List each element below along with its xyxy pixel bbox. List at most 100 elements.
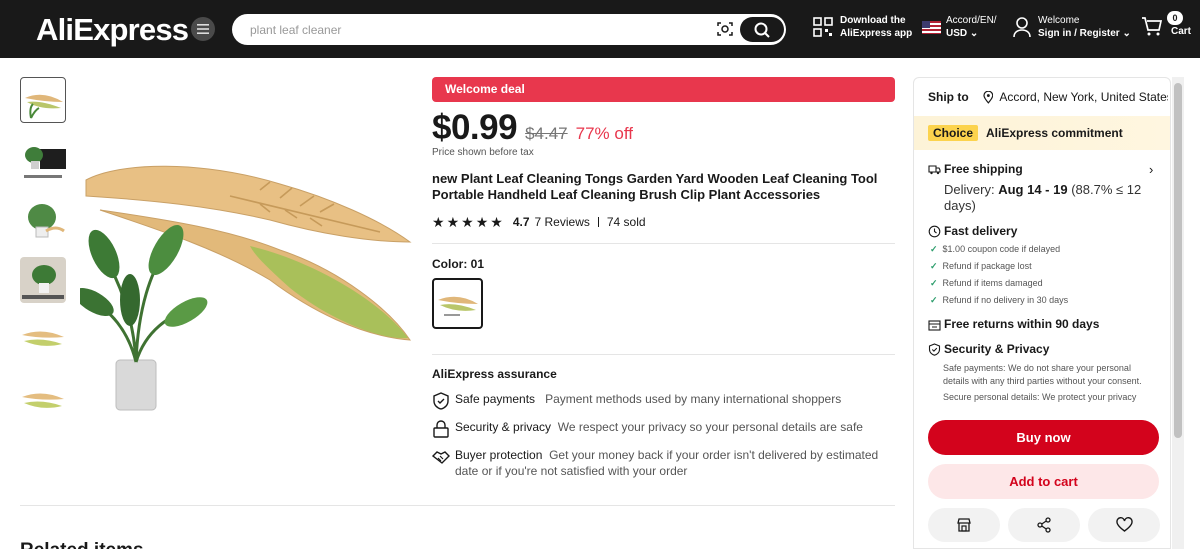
heart-icon: [1115, 517, 1133, 532]
delivery-estimate: Delivery: Aug 14 - 19 (88.7% ≤ 12 days): [944, 182, 1158, 214]
shield-icon: [928, 342, 941, 356]
security-privacy-section: Security & Privacy Safe payments: We do …: [928, 342, 1158, 404]
check-icon: ✓: [930, 244, 938, 254]
star-icon: ★: [461, 214, 474, 230]
assurance-security-privacy: Security & privacy We respect your priva…: [432, 419, 892, 438]
related-items-title: Related items: [20, 540, 144, 549]
free-shipping-label: Free shipping: [944, 162, 1023, 176]
sign-in-link[interactable]: Sign in / Register: [1038, 28, 1120, 39]
color-label: Color: 01: [432, 257, 485, 271]
reviews-link[interactable]: 7 Reviews: [535, 215, 590, 229]
assurance-title: AliExpress assurance: [432, 367, 557, 381]
main-product-image[interactable]: [80, 150, 420, 415]
truck-icon: [928, 164, 941, 174]
language-currency-selector[interactable]: Accord/EN/ USD ⌄: [922, 14, 997, 40]
ship-to-label: Ship to: [928, 90, 969, 104]
cart-link[interactable]: 0 Cart: [1141, 11, 1192, 38]
fast-delivery-item: ✓ Refund if items damaged: [930, 278, 1158, 289]
choice-commitment-bar: Choice AliExpress commitment: [914, 116, 1170, 150]
free-returns-section: Free returns within 90 days: [928, 317, 1158, 331]
welcome-deal-banner: Welcome deal: [432, 77, 895, 102]
store-button[interactable]: [928, 508, 1000, 542]
assurance-item-title: Security & privacy: [455, 420, 552, 434]
fast-delivery-item: ✓ $1.00 coupon code if delayed: [930, 244, 1158, 255]
fast-delivery-item-text: $1.00 coupon code if delayed: [942, 244, 1061, 254]
star-icon: ★: [490, 214, 503, 230]
star-icon: ★: [432, 214, 445, 230]
delivery-prefix: Delivery:: [944, 182, 995, 197]
check-icon: ✓: [930, 278, 938, 288]
delivery-dates: Aug 14 - 19: [998, 182, 1068, 197]
user-icon: [1013, 17, 1031, 38]
lang-line1: Accord/EN/: [946, 15, 997, 26]
aliexpress-logo[interactable]: AliExpress: [36, 11, 189, 47]
fast-delivery-item: ✓ Refund if package lost: [930, 261, 1158, 272]
ship-to-row[interactable]: Ship to Accord, New York, United States: [928, 90, 1168, 104]
security-privacy-label: Security & Privacy: [944, 342, 1050, 356]
store-icon: [957, 518, 971, 532]
chevron-down-icon: ⌄: [969, 28, 979, 39]
thumbnail-6[interactable]: [20, 377, 66, 423]
search-input[interactable]: [250, 19, 690, 40]
wishlist-button[interactable]: [1088, 508, 1160, 542]
search-button[interactable]: [740, 17, 784, 42]
account-menu[interactable]: Welcome Sign in / Register ⌄: [1012, 14, 1131, 40]
choice-badge: Choice: [928, 125, 979, 141]
app-download-link[interactable]: Download the AliExpress app: [813, 14, 912, 40]
thumbnail-5[interactable]: [20, 317, 66, 363]
check-icon: ✓: [930, 261, 938, 271]
currency-label: USD: [946, 28, 968, 39]
app-download-line2: AliExpress app: [840, 28, 913, 39]
cart-label: Cart: [1171, 26, 1192, 37]
color-swatch-01[interactable]: [432, 278, 483, 329]
original-price: $4.47: [525, 124, 568, 143]
free-returns-label: Free returns within 90 days: [944, 317, 1100, 331]
divider: [597, 217, 599, 227]
menu-button[interactable]: [191, 17, 215, 41]
panel-scrollbar[interactable]: [1172, 77, 1184, 549]
thumbnail-4[interactable]: [20, 257, 66, 303]
return-icon: [928, 319, 941, 331]
welcome-text: Welcome: [1038, 15, 1080, 26]
star-icon: ★: [475, 214, 489, 230]
top-header: AliExpress Download the AliExpress app A…: [0, 0, 1200, 58]
free-shipping-section[interactable]: Free shipping › Delivery: Aug 14 - 19 (8…: [928, 162, 1158, 214]
chevron-right-icon: ›: [1149, 161, 1154, 177]
rating-row: ★ ★ ★ ★ ★ 4.7 7 Reviews 74 sold: [432, 215, 646, 229]
lock-icon: [433, 420, 449, 438]
thumbnail-3[interactable]: [20, 197, 66, 243]
thumbnail-1[interactable]: [20, 77, 66, 123]
assurance-item-desc: Payment methods used by many internation…: [545, 392, 842, 406]
handshake-icon: [432, 451, 450, 464]
price-row: $0.99 $4.47 77% off: [432, 108, 633, 148]
qr-icon: [813, 17, 833, 37]
choice-text: AliExpress commitment: [986, 126, 1123, 140]
search-icon: [754, 22, 770, 38]
thumbnail-2[interactable]: [20, 137, 66, 183]
assurance-item-title: Safe payments: [455, 392, 536, 406]
fast-delivery-item-text: Refund if package lost: [942, 261, 1032, 271]
star-icon: ★: [446, 214, 460, 230]
camera-search-icon[interactable]: [716, 20, 734, 38]
location-icon: [983, 91, 993, 104]
add-to-cart-button[interactable]: Add to cart: [928, 464, 1159, 499]
share-icon: [1037, 517, 1051, 533]
divider: [20, 505, 895, 506]
share-button[interactable]: [1008, 508, 1080, 542]
assurance-item-desc: We respect your privacy so your personal…: [557, 420, 863, 434]
search-bar: [232, 14, 786, 45]
fast-delivery-section: Fast delivery ✓ $1.00 coupon code if dela…: [928, 224, 1158, 306]
scrollbar-thumb[interactable]: [1174, 83, 1182, 438]
product-title: new Plant Leaf Cleaning Tongs Garden Yar…: [432, 171, 878, 202]
fast-delivery-item-text: Refund if no delivery in 30 days: [942, 295, 1069, 305]
divider: [432, 243, 895, 244]
discount-label: 77% off: [575, 124, 633, 143]
buy-now-button[interactable]: Buy now: [928, 420, 1159, 455]
chevron-down-icon: ⌄: [1122, 28, 1131, 39]
assurance-item-title: Buyer protection: [455, 448, 543, 462]
security-text-2: Secure personal details: We protect your…: [943, 392, 1137, 402]
current-price: $0.99: [432, 108, 518, 147]
star-rating: ★ ★ ★ ★ ★: [432, 215, 503, 229]
assurance-buyer-protection: Buyer protection Get your money back if …: [432, 447, 892, 479]
thumbnail-list: [20, 77, 66, 437]
